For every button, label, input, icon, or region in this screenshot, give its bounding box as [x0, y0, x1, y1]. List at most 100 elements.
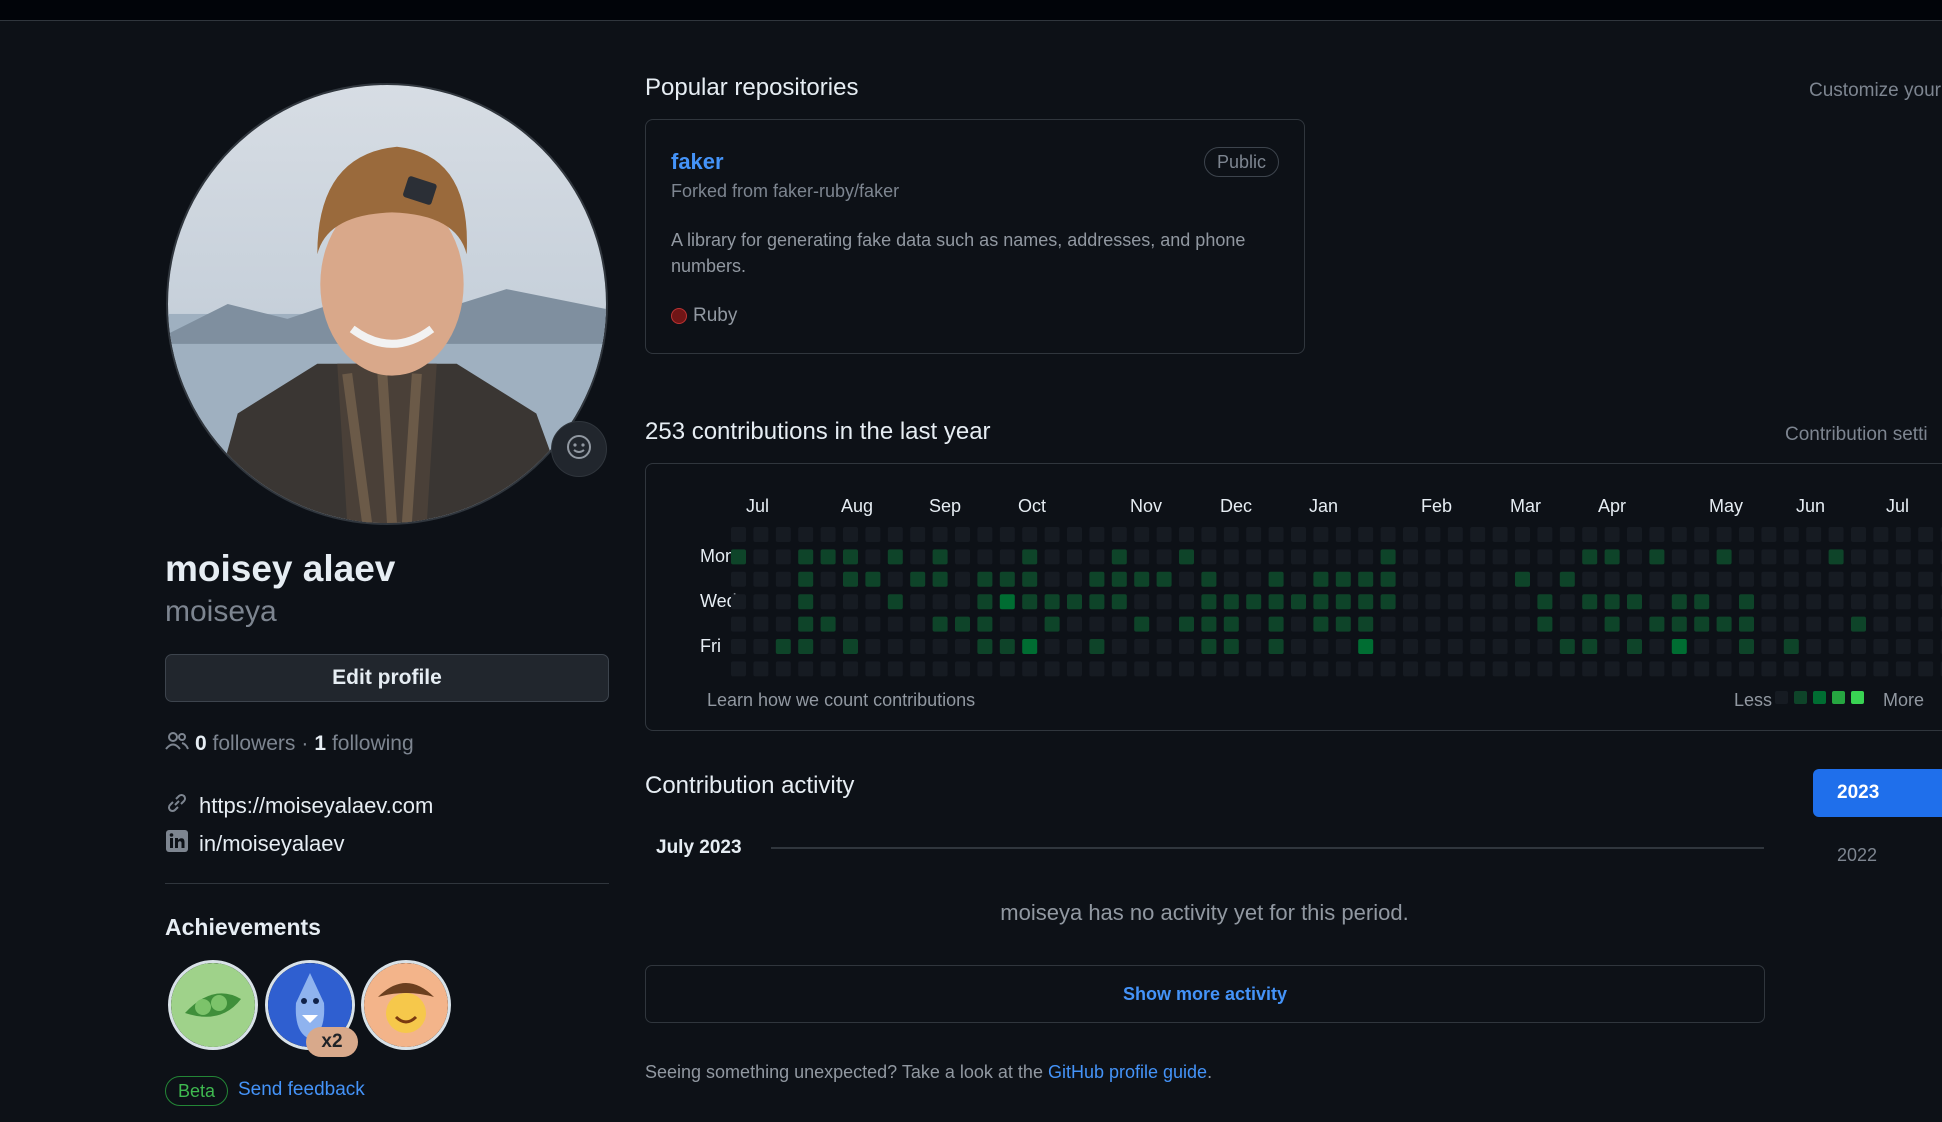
contribution-day-cell[interactable]	[1559, 549, 1575, 565]
contribution-day-cell[interactable]	[1313, 661, 1329, 677]
contribution-day-cell[interactable]	[1447, 639, 1463, 654]
contribution-day-cell[interactable]	[955, 571, 970, 587]
contribution-day-cell[interactable]	[1022, 594, 1038, 610]
contribution-day-cell[interactable]	[1246, 594, 1262, 610]
contribution-day-cell[interactable]	[731, 527, 746, 542]
contribution-day-cell[interactable]	[1895, 571, 1911, 587]
contribution-day-cell[interactable]	[1470, 527, 1486, 542]
contribution-day-cell[interactable]	[1828, 616, 1844, 632]
customize-pins-link[interactable]: Customize your	[1809, 80, 1941, 102]
contribution-day-cell[interactable]	[1761, 594, 1777, 610]
contribution-day-cell[interactable]	[1627, 661, 1642, 677]
contribution-day-cell[interactable]	[1447, 661, 1463, 677]
contribution-day-cell[interactable]	[955, 594, 970, 610]
contribution-day-cell[interactable]	[1783, 661, 1799, 677]
contribution-day-cell[interactable]	[932, 616, 948, 632]
contribution-day-cell[interactable]	[1515, 594, 1530, 610]
contribution-day-cell[interactable]	[1604, 549, 1620, 565]
contribution-day-cell[interactable]	[1223, 594, 1239, 610]
contribution-day-cell[interactable]	[1559, 616, 1575, 632]
contribution-day-cell[interactable]	[1918, 639, 1934, 654]
contribution-day-cell[interactable]	[753, 549, 769, 565]
contribution-day-cell[interactable]	[1806, 661, 1822, 677]
contribution-day-cell[interactable]	[1111, 527, 1127, 542]
contribution-day-cell[interactable]	[1851, 527, 1866, 542]
contribution-day-cell[interactable]	[932, 549, 948, 565]
contribution-day-cell[interactable]	[955, 549, 970, 565]
contribution-day-cell[interactable]	[1313, 527, 1329, 542]
contribution-day-cell[interactable]	[1335, 661, 1351, 677]
contribution-day-cell[interactable]	[820, 661, 836, 677]
contribution-day-cell[interactable]	[1313, 549, 1329, 565]
contribution-day-cell[interactable]	[1470, 549, 1486, 565]
contribution-day-cell[interactable]	[1739, 616, 1754, 632]
contribution-day-cell[interactable]	[775, 594, 791, 610]
contribution-day-cell[interactable]	[1761, 571, 1777, 587]
contribution-day-cell[interactable]	[1851, 571, 1866, 587]
contribution-day-cell[interactable]	[1828, 639, 1844, 654]
contribution-day-cell[interactable]	[1179, 616, 1194, 632]
contribution-day-cell[interactable]	[1828, 594, 1844, 610]
followers-link[interactable]: 0 followers	[195, 732, 295, 756]
contribution-day-cell[interactable]	[1067, 639, 1082, 654]
contribution-day-cell[interactable]	[865, 594, 881, 610]
contribution-day-cell[interactable]	[1627, 639, 1642, 654]
contribution-day-cell[interactable]	[1268, 571, 1284, 587]
contribution-day-cell[interactable]	[1783, 549, 1799, 565]
contribution-day-cell[interactable]	[1425, 616, 1441, 632]
contribution-day-cell[interactable]	[753, 571, 769, 587]
contribution-settings-dropdown[interactable]: Contribution setti	[1785, 424, 1928, 446]
show-more-activity-button[interactable]: Show more activity	[645, 965, 1765, 1023]
contribution-day-cell[interactable]	[977, 527, 993, 542]
contribution-day-cell[interactable]	[1313, 639, 1329, 654]
contribution-day-cell[interactable]	[1828, 527, 1844, 542]
contribution-day-cell[interactable]	[1694, 616, 1710, 632]
contribution-day-cell[interactable]	[1739, 594, 1754, 610]
contribution-day-cell[interactable]	[1671, 527, 1687, 542]
contribution-day-cell[interactable]	[1044, 527, 1060, 542]
contribution-day-cell[interactable]	[1895, 639, 1911, 654]
contribution-day-cell[interactable]	[843, 549, 858, 565]
contribution-day-cell[interactable]	[1470, 661, 1486, 677]
contribution-day-cell[interactable]	[1246, 661, 1262, 677]
contribution-day-cell[interactable]	[865, 527, 881, 542]
contribution-day-cell[interactable]	[1783, 594, 1799, 610]
contribution-day-cell[interactable]	[1851, 661, 1866, 677]
contribution-day-cell[interactable]	[1134, 571, 1150, 587]
contribution-day-cell[interactable]	[1627, 549, 1642, 565]
contribution-day-cell[interactable]	[1246, 571, 1262, 587]
contribution-day-cell[interactable]	[1134, 527, 1150, 542]
contribution-day-cell[interactable]	[1649, 571, 1665, 587]
contribution-day-cell[interactable]	[843, 527, 858, 542]
contribution-day-cell[interactable]	[1627, 594, 1642, 610]
contribution-day-cell[interactable]	[1268, 549, 1284, 565]
contribution-day-cell[interactable]	[1134, 661, 1150, 677]
contribution-day-cell[interactable]	[999, 527, 1015, 542]
contribution-day-cell[interactable]	[753, 594, 769, 610]
contribution-day-cell[interactable]	[1716, 616, 1732, 632]
contribution-day-cell[interactable]	[1291, 571, 1306, 587]
contribution-day-cell[interactable]	[977, 616, 993, 632]
contribution-day-cell[interactable]	[1425, 594, 1441, 610]
contribution-day-cell[interactable]	[1604, 639, 1620, 654]
contribution-day-cell[interactable]	[1111, 661, 1127, 677]
avatar[interactable]	[166, 83, 608, 525]
contribution-day-cell[interactable]	[1067, 571, 1082, 587]
contribution-day-cell[interactable]	[775, 571, 791, 587]
contribution-day-cell[interactable]	[1201, 549, 1217, 565]
contribution-day-cell[interactable]	[820, 527, 836, 542]
contribution-day-cell[interactable]	[1649, 661, 1665, 677]
contribution-day-cell[interactable]	[1806, 571, 1822, 587]
contribution-day-cell[interactable]	[977, 639, 993, 654]
contribution-day-cell[interactable]	[1201, 527, 1217, 542]
contribution-day-cell[interactable]	[1044, 571, 1060, 587]
contribution-day-cell[interactable]	[1089, 639, 1105, 654]
contribution-day-cell[interactable]	[1470, 571, 1486, 587]
contribution-day-cell[interactable]	[999, 661, 1015, 677]
linkedin-link[interactable]: in/moiseyalaev	[199, 831, 345, 857]
contribution-day-cell[interactable]	[1559, 639, 1575, 654]
contribution-day-cell[interactable]	[1425, 661, 1441, 677]
contribution-day-cell[interactable]	[1694, 549, 1710, 565]
contribution-day-cell[interactable]	[1671, 571, 1687, 587]
contribution-day-cell[interactable]	[1246, 639, 1262, 654]
